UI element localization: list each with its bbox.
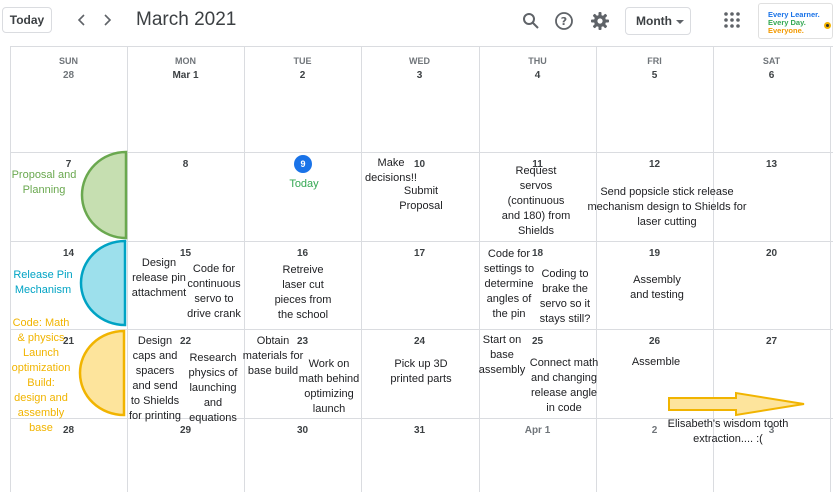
calendar-note[interactable]: Design caps and spacers and send to Shie…	[125, 334, 185, 424]
apps-grid-icon[interactable]	[723, 11, 743, 31]
day-number[interactable]: 31	[361, 425, 478, 436]
calendar-note[interactable]: Start on base assembly	[477, 333, 527, 378]
day-number[interactable]: 2	[244, 70, 361, 81]
calendar-note[interactable]: Assemble	[616, 355, 696, 370]
day-number[interactable]: 28	[10, 70, 127, 81]
day-number[interactable]: 17	[361, 248, 478, 259]
weekday-header: SAT	[762, 56, 781, 66]
day-number[interactable]: 6	[713, 70, 830, 81]
day-number[interactable]: 27	[713, 336, 830, 347]
weekday-header: FRI	[647, 56, 662, 66]
calendar-note[interactable]: Retreive laser cut pieces from the schoo…	[264, 263, 342, 323]
arrow-right-icon	[668, 391, 805, 417]
day-number[interactable]: 3	[361, 70, 478, 81]
grid-divider	[10, 152, 833, 153]
org-logo[interactable]: Every Learner. Every Day. Everyone.	[758, 3, 833, 39]
chevron-right-icon[interactable]	[98, 10, 116, 30]
calendar-note[interactable]: Send popsicle stick release mechanism de…	[580, 185, 754, 230]
grid-divider	[10, 329, 833, 330]
calendar-note[interactable]: Design release pin attachment	[127, 256, 191, 301]
help-icon[interactable]: ?	[554, 11, 574, 31]
day-number[interactable]: 4	[479, 70, 596, 81]
grid-divider	[10, 241, 833, 242]
calendar-note[interactable]: Coding to brake the servo so it stays st…	[534, 267, 596, 327]
day-number[interactable]: 20	[713, 248, 830, 259]
calendar-note[interactable]: Elisabeth's wisdom tooth extraction.... …	[658, 417, 798, 447]
calendar-note[interactable]: Request servos (continuous and 180) from…	[491, 164, 581, 239]
calendar-note[interactable]: Code for continuous servo to drive crank	[183, 262, 245, 322]
gear-icon[interactable]	[590, 11, 610, 31]
weekday-header: THU	[528, 56, 547, 66]
day-number[interactable]: 5	[596, 70, 713, 81]
svg-text:?: ?	[561, 15, 567, 28]
weekday-header: TUE	[293, 56, 312, 66]
logo-line-3: Everyone.	[768, 26, 804, 35]
day-number[interactable]: 29	[127, 425, 244, 436]
calendar-note[interactable]: Research physics of launching and equati…	[183, 351, 243, 426]
phase-marker-yellow	[78, 329, 126, 417]
today-label: Today	[289, 178, 319, 190]
day-number[interactable]: Apr 1	[479, 425, 596, 436]
chevron-down-icon	[676, 20, 684, 24]
logo-mark-icon	[824, 22, 831, 29]
weekday-header: MON	[175, 56, 196, 66]
today-button[interactable]: Today	[2, 7, 52, 33]
month-title: March 2021	[136, 9, 237, 30]
search-icon[interactable]	[521, 11, 541, 31]
calendar-note[interactable]: Connect math and changing release angle …	[524, 356, 604, 416]
top-toolbar: Today March 2021 ? Month Every Learner. …	[0, 0, 833, 46]
view-select-label: Month	[636, 14, 672, 28]
calendar-note[interactable]: Pick up 3D printed parts	[381, 357, 461, 387]
day-number[interactable]: 13	[713, 159, 830, 170]
day-number[interactable]: Mar 1	[127, 70, 244, 81]
day-number[interactable]: 8	[127, 159, 244, 170]
phase-label: Proposal and Planning	[11, 169, 77, 196]
day-number[interactable]: 16	[244, 248, 361, 259]
day-number[interactable]: 12	[596, 159, 713, 170]
day-number[interactable]: 24	[361, 336, 478, 347]
phase-label: Release Pin Mechanism	[13, 269, 73, 296]
weekday-header: WED	[409, 56, 430, 66]
chevron-left-icon[interactable]	[73, 10, 91, 30]
calendar-note[interactable]: Submit Proposal	[383, 184, 459, 214]
calendar-note[interactable]: Code for settings to determine angles of…	[478, 247, 540, 322]
calendar-note[interactable]: Make decisions!!	[356, 156, 426, 186]
weekday-header: SUN	[58, 56, 78, 66]
view-select[interactable]: Month	[625, 7, 691, 35]
phase-marker-green	[80, 150, 128, 240]
grid-divider	[830, 47, 831, 492]
day-number[interactable]: 30	[244, 425, 361, 436]
day-number[interactable]: 19	[596, 248, 713, 259]
phase-marker-blue	[79, 239, 127, 327]
calendar-note[interactable]: Work on math behind optimizing launch	[294, 357, 364, 417]
phase-label: Code: Math & physics Launch optimization…	[11, 317, 71, 434]
calendar-note[interactable]: Assembly and testing	[622, 273, 692, 303]
today-date-marker[interactable]: 9	[294, 155, 312, 173]
day-number[interactable]: 26	[596, 336, 713, 347]
